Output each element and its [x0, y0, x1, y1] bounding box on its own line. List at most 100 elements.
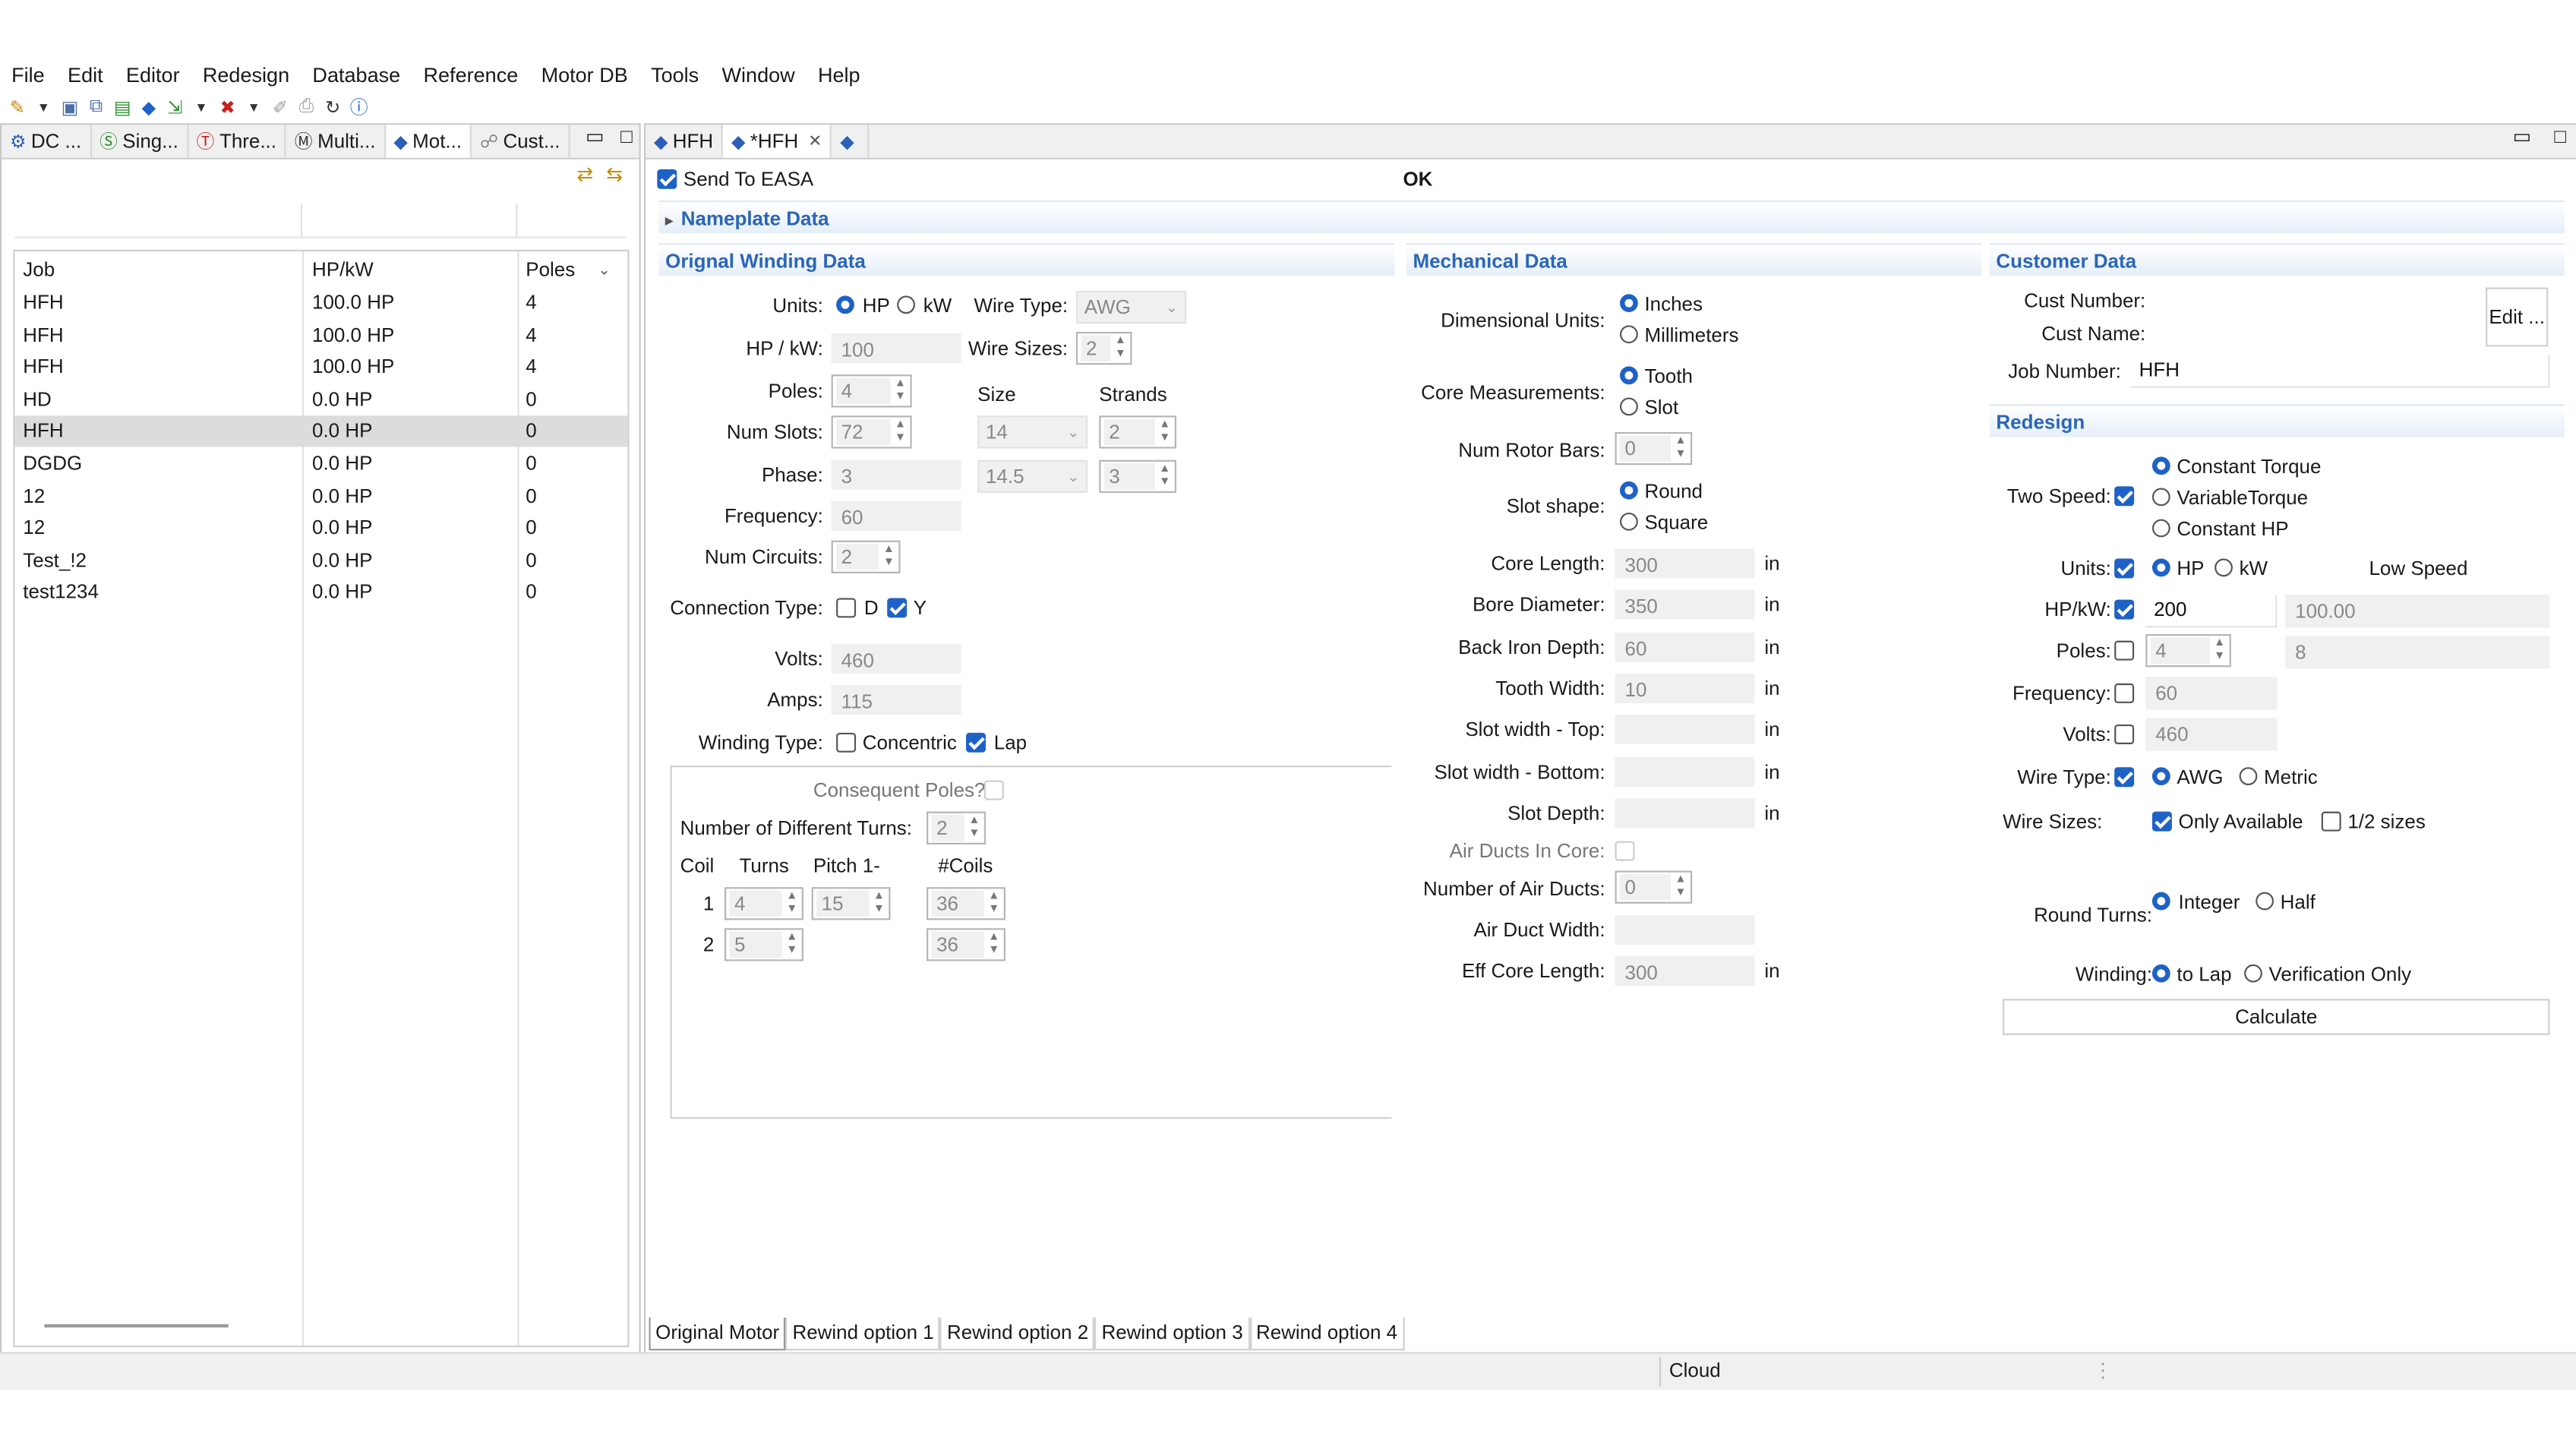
concentric-checkbox[interactable] [836, 732, 857, 753]
num-air-ducts-spinner[interactable]: 0 ▲ ▼ [1615, 870, 1693, 904]
redesign-volts-field[interactable]: 460 [2145, 718, 2278, 751]
to-lap-radio[interactable] [2151, 964, 2170, 983]
table-row[interactable]: test1234 0.0 HP 0 [14, 576, 627, 608]
redesign-hpkw-checkbox[interactable] [2114, 599, 2135, 620]
redesign-wire-type-checkbox[interactable] [2114, 767, 2135, 788]
nameplate-section-header[interactable]: ▸ Nameplate Data [658, 200, 2565, 234]
consequent-poles-checkbox[interactable] [983, 780, 1004, 800]
volts-field[interactable]: 460 [831, 644, 961, 674]
delete-motor-icon[interactable]: ✖ [217, 96, 238, 118]
export-icon[interactable]: ⇲ [164, 96, 185, 118]
coils-spinner[interactable]: 36 ▲ ▼ [927, 928, 1005, 961]
air-duct-width-field[interactable] [1615, 914, 1755, 945]
redesign-frequency-checkbox[interactable] [2114, 683, 2135, 703]
tooth-width-field[interactable]: 10 [1615, 673, 1755, 703]
square-radio[interactable] [1620, 512, 1638, 531]
poles-spinner[interactable]: 4 ▲ ▼ [831, 374, 912, 408]
pitch-spinner[interactable]: 15 ▲ ▼ [811, 887, 891, 920]
frequency-field[interactable]: 60 [831, 500, 961, 531]
awg-radio[interactable] [2151, 767, 2170, 786]
menu-editor[interactable]: Editor [115, 62, 191, 92]
edit-customer-button[interactable]: Edit ... [2486, 287, 2549, 347]
turns-spinner[interactable]: 5 ▲ ▼ [724, 928, 803, 961]
connection-y-checkbox[interactable] [887, 598, 908, 618]
job-number-field[interactable]: HFH [2130, 355, 2550, 388]
wire-sizes-spinner[interactable]: 2 ▲ ▼ [1075, 331, 1132, 365]
report-icon[interactable]: ▤ [112, 96, 133, 118]
num-slots-spinner[interactable]: 72 ▲ ▼ [831, 415, 912, 449]
redesign-poles-spinner[interactable]: 4 ▲ ▼ [2145, 634, 2231, 668]
tab-three-phase[interactable]: Ⓣ Thre... [188, 125, 286, 158]
dropdown-arrow-icon[interactable]: ▼ [243, 96, 264, 118]
dropdown-arrow-icon[interactable]: ▼ [33, 96, 54, 118]
menu-help[interactable]: Help [807, 62, 872, 92]
table-row[interactable]: HFH 100.0 HP 4 [14, 352, 627, 383]
size-2-select[interactable]: 14.5 ⌄ [977, 459, 1088, 493]
coils-spinner[interactable]: 36 ▲ ▼ [927, 887, 1005, 920]
tab-multi[interactable]: Ⓜ Multi... [286, 125, 386, 158]
only-available-checkbox[interactable] [2151, 811, 2172, 832]
tab-rewind-option-1[interactable]: Rewind option 1 [785, 1317, 941, 1351]
menu-redesign[interactable]: Redesign [191, 62, 301, 92]
edit-icon[interactable]: ✐ [270, 96, 291, 118]
two-speed-checkbox[interactable] [2114, 486, 2135, 507]
air-ducts-in-core-checkbox[interactable] [1615, 841, 1635, 861]
back-iron-field[interactable]: 60 [1615, 632, 1755, 662]
column-header-hpkw[interactable]: HP/kW [312, 254, 374, 286]
sort-chevron-icon[interactable]: ⌄ [598, 254, 610, 286]
menu-window[interactable]: Window [710, 62, 806, 92]
table-row[interactable]: HD 0.0 HP 0 [14, 384, 627, 415]
slot-depth-field[interactable] [1615, 798, 1755, 829]
table-row[interactable]: DGDG 0.0 HP 0 [14, 449, 627, 480]
tab-dc[interactable]: ⚙ DC ... [2, 125, 92, 158]
tab-rewind-option-4[interactable]: Rewind option 4 [1249, 1317, 1404, 1351]
metric-radio[interactable] [2239, 767, 2258, 786]
connection-d-checkbox[interactable] [836, 598, 857, 618]
close-tab-icon[interactable]: ✕ [808, 132, 822, 150]
round-radio[interactable] [1620, 481, 1638, 500]
variable-torque-radio[interactable] [2151, 488, 2170, 507]
motor-icon[interactable]: ◆ [138, 96, 159, 118]
redesign-hpkw-field[interactable]: 200 [2145, 595, 2278, 628]
amps-field[interactable]: 115 [831, 685, 961, 715]
tab-rewind-option-3[interactable]: Rewind option 3 [1094, 1317, 1250, 1351]
redesign-hp-radio[interactable] [2151, 558, 2170, 577]
tab-single-phase[interactable]: Ⓢ Sing... [91, 125, 188, 158]
table-row[interactable]: Test_!2 0.0 HP 0 [14, 545, 627, 576]
link-icon[interactable]: ⇆ [606, 163, 623, 185]
slot-bottom-field[interactable] [1615, 757, 1755, 788]
menu-database[interactable]: Database [301, 62, 412, 92]
turns-spinner[interactable]: 4 ▲ ▼ [724, 887, 803, 920]
tab-customer[interactable]: ☍ Cust... [472, 125, 570, 158]
save-icon[interactable]: ▣ [59, 96, 80, 118]
slot-top-field[interactable] [1615, 715, 1755, 744]
strands-2-spinner[interactable]: 3 ▲ ▼ [1099, 459, 1176, 493]
column-header-poles[interactable]: Poles [526, 254, 575, 286]
redesign-frequency-field[interactable]: 60 [2145, 677, 2278, 710]
refresh-icon[interactable]: ↻ [322, 96, 343, 118]
constant-torque-radio[interactable] [2151, 456, 2170, 475]
menu-reference[interactable]: Reference [412, 62, 529, 92]
wire-type-select[interactable]: AWG ⌄ [1075, 290, 1186, 324]
tab-new[interactable]: ◆ [832, 125, 869, 158]
integer-radio[interactable] [2151, 892, 2170, 911]
redesign-units-checkbox[interactable] [2114, 558, 2135, 579]
calculate-button[interactable]: Calculate [2003, 999, 2550, 1035]
num-circuits-spinner[interactable]: 2 ▲ ▼ [831, 540, 901, 573]
table-row[interactable]: 12 0.0 HP 0 [14, 481, 627, 513]
tab-hfh-modified[interactable]: ◆ *HFH ✕ [723, 125, 832, 158]
dropdown-arrow-icon[interactable]: ▼ [191, 96, 212, 118]
redesign-volts-checkbox[interactable] [2114, 724, 2135, 744]
redesign-poles-low-field[interactable]: 8 [2285, 636, 2550, 669]
save-all-icon[interactable]: ⧉ [85, 96, 106, 118]
menu-motor-db[interactable]: Motor DB [529, 62, 639, 92]
tab-motor[interactable]: ◆ Mot... [385, 125, 472, 158]
minimize-icon[interactable]: ▭ [576, 125, 614, 157]
redesign-kw-radio[interactable] [2215, 558, 2233, 577]
table-row[interactable]: 12 0.0 HP 0 [14, 513, 627, 544]
sync-icon[interactable]: ⇄ [576, 163, 593, 185]
print-icon[interactable]: ⎙ [295, 96, 317, 118]
constant-hp-radio[interactable] [2151, 519, 2170, 538]
table-row[interactable]: HFH 100.0 HP 4 [14, 320, 627, 352]
hpkw-field[interactable]: 100 [831, 333, 961, 364]
